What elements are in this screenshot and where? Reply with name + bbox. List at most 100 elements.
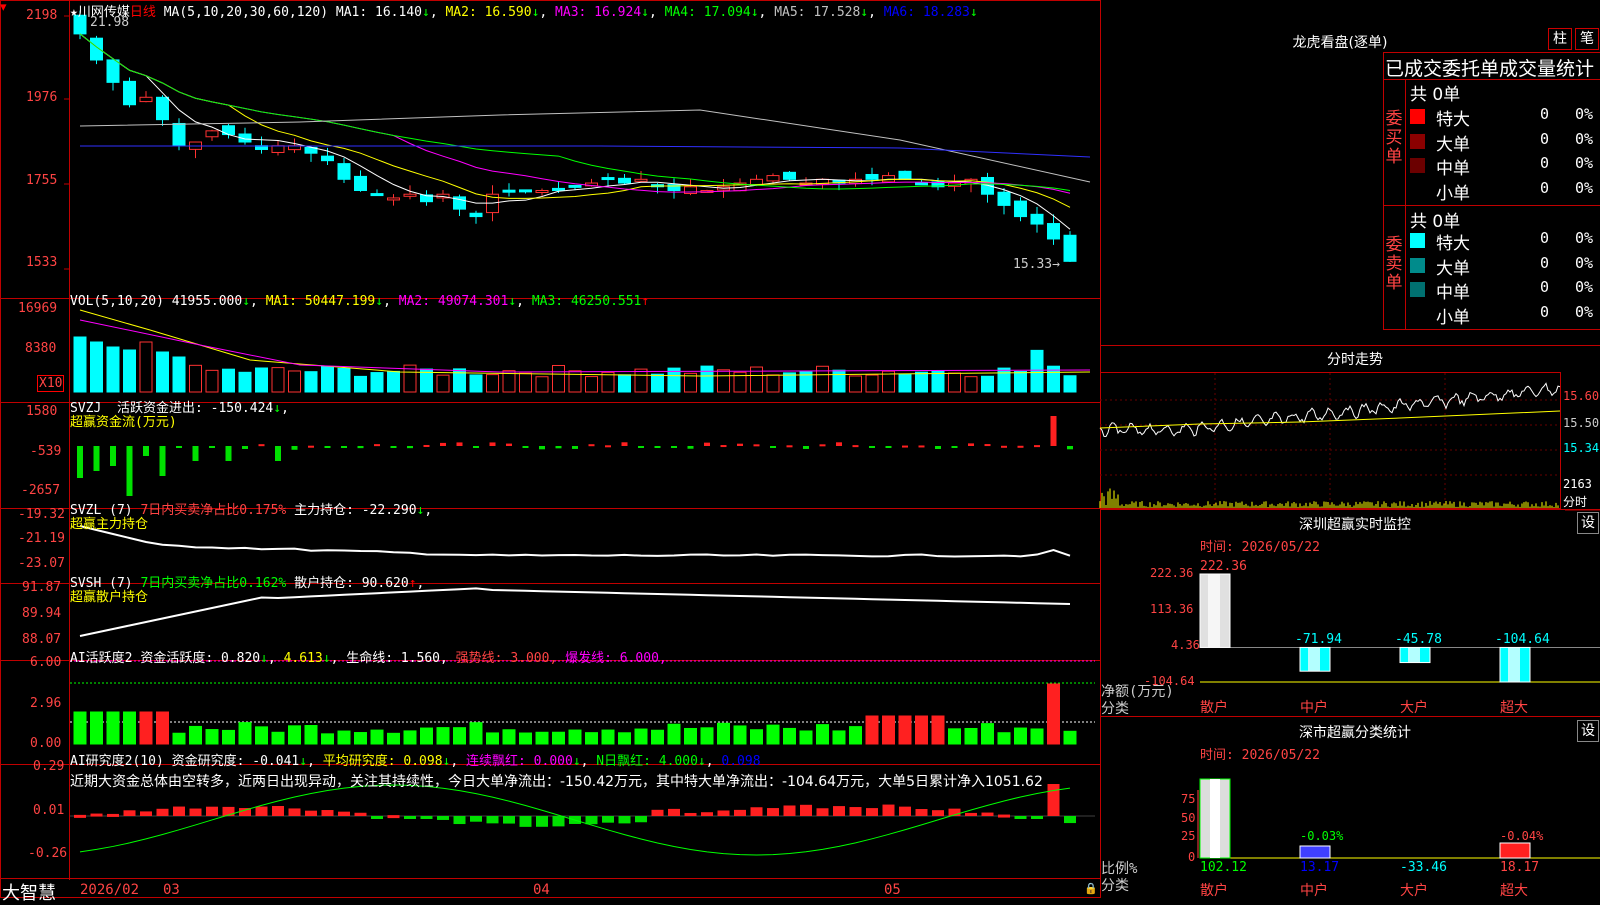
buy-total: 共 0单: [1410, 85, 1461, 105]
research-bar: [288, 808, 301, 816]
category-label: 大户: [1400, 700, 1428, 716]
period-label[interactable]: 日线: [130, 5, 156, 20]
lock-icon[interactable]: 🔒: [1084, 882, 1098, 895]
flow-bar: [473, 446, 479, 448]
classify-tick: 25: [1181, 829, 1196, 843]
activity-bar: [469, 722, 483, 745]
activity-bar: [750, 729, 763, 745]
flow-bar: [225, 446, 232, 461]
menu-icon[interactable]: ▾: [0, 0, 7, 15]
research-bar: [321, 810, 334, 816]
volume-bar: [238, 371, 252, 393]
price-tick: 1533: [26, 255, 58, 270]
star-icon[interactable]: ★: [70, 5, 78, 20]
order-count: 0: [1540, 154, 1550, 172]
volume-bar: [832, 369, 846, 393]
research-bar: [684, 812, 697, 816]
volume-bar: [189, 364, 202, 393]
candle-body: [535, 189, 549, 193]
flow-bar: [704, 442, 710, 446]
ai-activity-tick: 0.00: [30, 736, 62, 751]
monitor-settings-button[interactable]: 设: [1577, 512, 1599, 534]
vol-legend: VOL(5,10,20) 41955.000↓, MA1: 50447.199↓…: [70, 294, 650, 309]
activity-bar: [931, 715, 945, 745]
price-tick: 1755: [26, 173, 58, 188]
activity-bar: [172, 732, 186, 745]
vol-tick: 16969: [18, 301, 58, 316]
volume-bar: [783, 372, 796, 393]
ma-legend-item: MA4: 17.094: [664, 5, 751, 20]
research-bar: [882, 804, 895, 816]
activity-bar: [684, 727, 697, 745]
order-count: 0: [1540, 302, 1550, 321]
activity-bar: [733, 725, 747, 745]
activity-bar: [585, 732, 598, 745]
research-bar: [651, 809, 664, 816]
research-bar: [420, 816, 433, 819]
order-type-label: 小单: [1436, 183, 1470, 204]
tick-mode-button[interactable]: 笔: [1575, 28, 1599, 50]
monitor-value-label: -71.94: [1295, 632, 1342, 648]
activity-bar: [717, 722, 730, 745]
activity-bar: [799, 730, 813, 745]
research-bar: [123, 810, 136, 816]
bar-mode-button[interactable]: 柱: [1548, 28, 1572, 50]
candle-body: [1047, 223, 1060, 240]
volume-bar: [106, 346, 120, 393]
activity-bar: [849, 726, 862, 745]
volume-bar: [948, 372, 961, 393]
activity-bar: [882, 715, 895, 745]
ai-activity-tick: 6.00: [30, 655, 62, 670]
research-bar: [74, 814, 86, 818]
candle-body: [156, 96, 169, 121]
research-bar: [404, 816, 416, 819]
vol-unit-badge[interactable]: X10: [37, 375, 65, 392]
order-count: 0: [1540, 105, 1550, 123]
order-percent: 0%: [1575, 178, 1594, 197]
research-bar: [503, 816, 515, 824]
monitor-class-label: 分类: [1101, 701, 1129, 717]
classify-value: 102.12: [1200, 860, 1247, 875]
volume-bar: [766, 374, 780, 393]
candle-body: [601, 177, 615, 181]
ma-line: [79, 33, 1071, 191]
research-bar: [519, 816, 532, 827]
candle-body: [222, 125, 235, 136]
brand-label: 大智慧: [2, 883, 56, 904]
activity-bar: [601, 729, 615, 745]
classify-value: 13.17: [1300, 860, 1340, 875]
classify-title: 深市超赢分类统计: [1299, 725, 1411, 741]
monitor-value-label: 222.36: [1200, 559, 1247, 574]
flow-bar: [984, 444, 991, 447]
order-count: 0: [1540, 253, 1550, 272]
activity-bar: [634, 728, 648, 745]
activity-bar: [700, 727, 714, 745]
activity-bar: [255, 726, 268, 745]
activity-bar: [832, 730, 846, 745]
order-count: 0: [1540, 178, 1550, 197]
research-bar: [486, 816, 499, 824]
flow-bar: [423, 444, 430, 447]
classify-tick: 50: [1181, 811, 1196, 825]
flow-bar: [357, 446, 364, 449]
volume-bar: [255, 367, 268, 393]
classify-bar-chart: [1197, 778, 1600, 859]
activity-bar: [403, 730, 417, 745]
activity-bar: [964, 727, 978, 745]
activity-bar: [436, 727, 450, 745]
volume-bar: [90, 341, 103, 393]
monitor-bar-highlight: [1408, 647, 1420, 663]
volume-bar: [304, 371, 318, 393]
ma-legend-item: MA2: 49074.301: [398, 294, 509, 309]
classify-settings-button[interactable]: 设: [1577, 720, 1599, 742]
research-bar: [668, 808, 680, 816]
flow-bar: [902, 445, 908, 448]
flow-bar: [819, 444, 826, 447]
research-bar: [750, 807, 763, 816]
buy-side-label: 委买单: [1385, 109, 1403, 167]
candle-body: [271, 145, 285, 153]
volume-bar: [618, 374, 631, 393]
flow-bar: [935, 446, 941, 450]
research-bar: [585, 816, 598, 825]
order-percent: 0%: [1575, 229, 1594, 247]
